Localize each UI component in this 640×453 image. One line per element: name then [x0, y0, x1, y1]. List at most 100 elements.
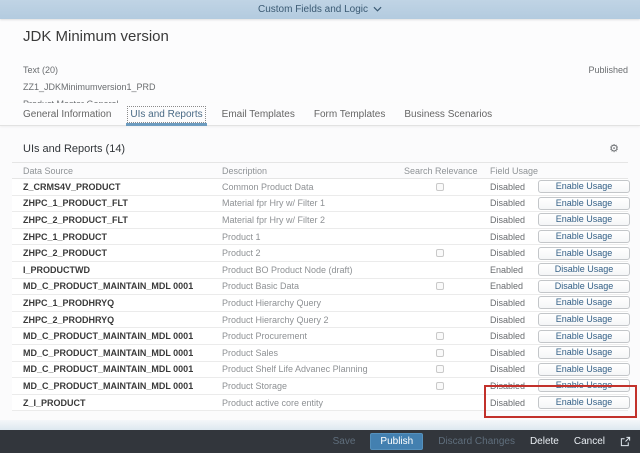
search-relevance-checkbox[interactable] [436, 282, 444, 291]
row-description: Product 1 [222, 231, 261, 242]
row-field-usage-action-cell: Enable Usage [530, 230, 630, 244]
row-search-relevance-cell [402, 348, 478, 357]
row-data-source: MD_C_PRODUCT_MAINTAIN_MDL 0001 [23, 281, 194, 292]
usage-toggle-button[interactable]: Enable Usage [538, 313, 630, 327]
uis-and-reports-table: Data Source Description Search Relevance… [12, 162, 630, 412]
column-header-data-source: Data Source [23, 165, 74, 176]
row-field-usage-action-cell: Disable Usage [530, 279, 630, 293]
row-description: Product Sales [222, 347, 279, 358]
row-data-source: I_PRODUCTWD [23, 264, 90, 275]
row-field-usage-status: Disabled [490, 380, 526, 391]
column-header-search-relevance: Search Relevance [404, 165, 478, 176]
usage-toggle-button[interactable]: Enable Usage [538, 213, 630, 227]
row-data-source: MD_C_PRODUCT_MAINTAIN_MDL 0001 [23, 331, 194, 342]
search-relevance-checkbox[interactable] [436, 182, 444, 191]
usage-toggle-button[interactable]: Enable Usage [538, 396, 630, 410]
usage-toggle-button[interactable]: Enable Usage [538, 196, 630, 210]
discard-changes-button: Discard Changes [438, 436, 515, 447]
row-field-usage-action-cell: Enable Usage [530, 379, 630, 393]
row-field-usage-status: Disabled [490, 198, 526, 209]
tab-bar: General Information UIs and Reports Emai… [0, 103, 640, 126]
row-description: Product Hierarchy Query [222, 297, 322, 308]
row-field-usage-action-cell: Enable Usage [530, 180, 630, 194]
search-relevance-checkbox[interactable] [436, 332, 444, 341]
row-field-usage-status: Enabled [490, 281, 524, 292]
usage-toggle-button[interactable]: Disable Usage [538, 263, 630, 277]
row-field-usage-action-cell: Enable Usage [530, 346, 630, 360]
table-row: Z_CRMS4V_PRODUCT Common Product Data Dis… [12, 179, 630, 196]
row-field-usage-status: Disabled [490, 181, 526, 192]
usage-toggle-button[interactable]: Enable Usage [538, 296, 630, 310]
row-data-source: MD_C_PRODUCT_MAINTAIN_MDL 0001 [23, 380, 194, 391]
row-field-usage-action-cell: Enable Usage [530, 296, 630, 310]
open-in-new-window-icon[interactable] [620, 436, 631, 447]
settings-icon[interactable]: ⚙ [609, 143, 619, 155]
row-data-source: ZHPC_2_PRODUCT [23, 248, 108, 259]
table-row: MD_C_PRODUCT_MAINTAIN_MDL 0001 Product P… [12, 328, 630, 345]
row-description: Material fpr Hry w/ Filter 2 [222, 214, 326, 225]
tab-general-information[interactable]: General Information [23, 103, 111, 125]
search-relevance-checkbox[interactable] [436, 348, 444, 357]
row-search-relevance-cell [402, 381, 478, 390]
page-title: JDK Minimum version [23, 28, 169, 45]
row-description: Product active core entity [222, 397, 324, 408]
column-header-description: Description [222, 165, 268, 176]
row-field-usage-status: Disabled [490, 397, 526, 408]
row-field-usage-action-cell: Enable Usage [530, 246, 630, 260]
row-data-source: ZHPC_2_PRODHRYQ [23, 314, 115, 325]
row-search-relevance-cell [402, 182, 478, 191]
row-description: Product Procurement [222, 331, 308, 342]
publish-button[interactable]: Publish [370, 433, 424, 450]
section-header: UIs and Reports (14) ⚙ [12, 126, 628, 162]
row-field-usage-status: Enabled [490, 264, 524, 275]
usage-toggle-button[interactable]: Enable Usage [538, 180, 630, 194]
delete-button[interactable]: Delete [530, 436, 559, 447]
usage-toggle-button[interactable]: Enable Usage [538, 329, 630, 343]
row-field-usage-action-cell: Enable Usage [530, 362, 630, 376]
row-data-source: ZHPC_1_PRODHRYQ [23, 297, 115, 308]
table-header-row: Data Source Description Search Relevance… [12, 162, 628, 179]
table-row: ZHPC_2_PRODHRYQ Product Hierarchy Query … [12, 311, 630, 329]
row-field-usage-status: Disabled [490, 248, 526, 259]
row-search-relevance-cell [402, 282, 478, 291]
row-data-source: ZHPC_1_PRODUCT_FLT [23, 198, 128, 209]
usage-toggle-button[interactable]: Enable Usage [538, 362, 630, 376]
table-row: MD_C_PRODUCT_MAINTAIN_MDL 0001 Product S… [12, 378, 630, 395]
row-data-source: ZHPC_2_PRODUCT_FLT [23, 214, 128, 225]
usage-toggle-button[interactable]: Enable Usage [538, 379, 630, 393]
chevron-down-icon [373, 4, 382, 15]
app-switcher[interactable]: Custom Fields and Logic [0, 0, 640, 19]
row-field-usage-action-cell: Enable Usage [530, 329, 630, 343]
search-relevance-checkbox[interactable] [436, 381, 444, 390]
row-description: Product Storage [222, 380, 288, 391]
search-relevance-checkbox[interactable] [436, 249, 444, 258]
tab-form-templates[interactable]: Form Templates [314, 103, 386, 125]
technical-name-label: ZZ1_JDKMinimumversion1_PRD [23, 82, 156, 92]
usage-toggle-button[interactable]: Disable Usage [538, 279, 630, 293]
save-button: Save [332, 436, 356, 447]
row-search-relevance-cell [402, 332, 478, 341]
row-search-relevance-cell [402, 365, 478, 374]
section-title: UIs and Reports (14) [23, 143, 126, 155]
row-description: Product Shelf Life Advanec Planning [222, 364, 368, 375]
tab-business-scenarios[interactable]: Business Scenarios [404, 103, 492, 125]
tab-email-templates[interactable]: Email Templates [222, 103, 295, 125]
tab-uis-and-reports[interactable]: UIs and Reports [126, 103, 207, 126]
search-relevance-checkbox[interactable] [436, 365, 444, 374]
row-description: Product 2 [222, 248, 261, 259]
row-description: Product Hierarchy Query 2 [222, 314, 329, 325]
row-field-usage-action-cell: Disable Usage [530, 263, 630, 277]
row-field-usage-status: Disabled [490, 331, 526, 342]
table-row: MD_C_PRODUCT_MAINTAIN_MDL 0001 Product S… [12, 361, 630, 379]
usage-toggle-button[interactable]: Enable Usage [538, 230, 630, 244]
usage-toggle-button[interactable]: Enable Usage [538, 246, 630, 260]
row-data-source: MD_C_PRODUCT_MAINTAIN_MDL 0001 [23, 364, 194, 375]
app-switcher-title: Custom Fields and Logic [257, 4, 369, 15]
table-row: ZHPC_1_PRODHRYQ Product Hierarchy Query … [12, 295, 630, 312]
table-row: ZHPC_1_PRODUCT Product 1 Disabled Enable… [12, 228, 630, 246]
cancel-button[interactable]: Cancel [574, 436, 605, 447]
row-field-usage-status: Disabled [490, 364, 526, 375]
usage-toggle-button[interactable]: Enable Usage [538, 346, 630, 360]
table-row: ZHPC_2_PRODUCT_FLT Material fpr Hry w/ F… [12, 212, 630, 229]
row-field-usage-action-cell: Enable Usage [530, 213, 630, 227]
